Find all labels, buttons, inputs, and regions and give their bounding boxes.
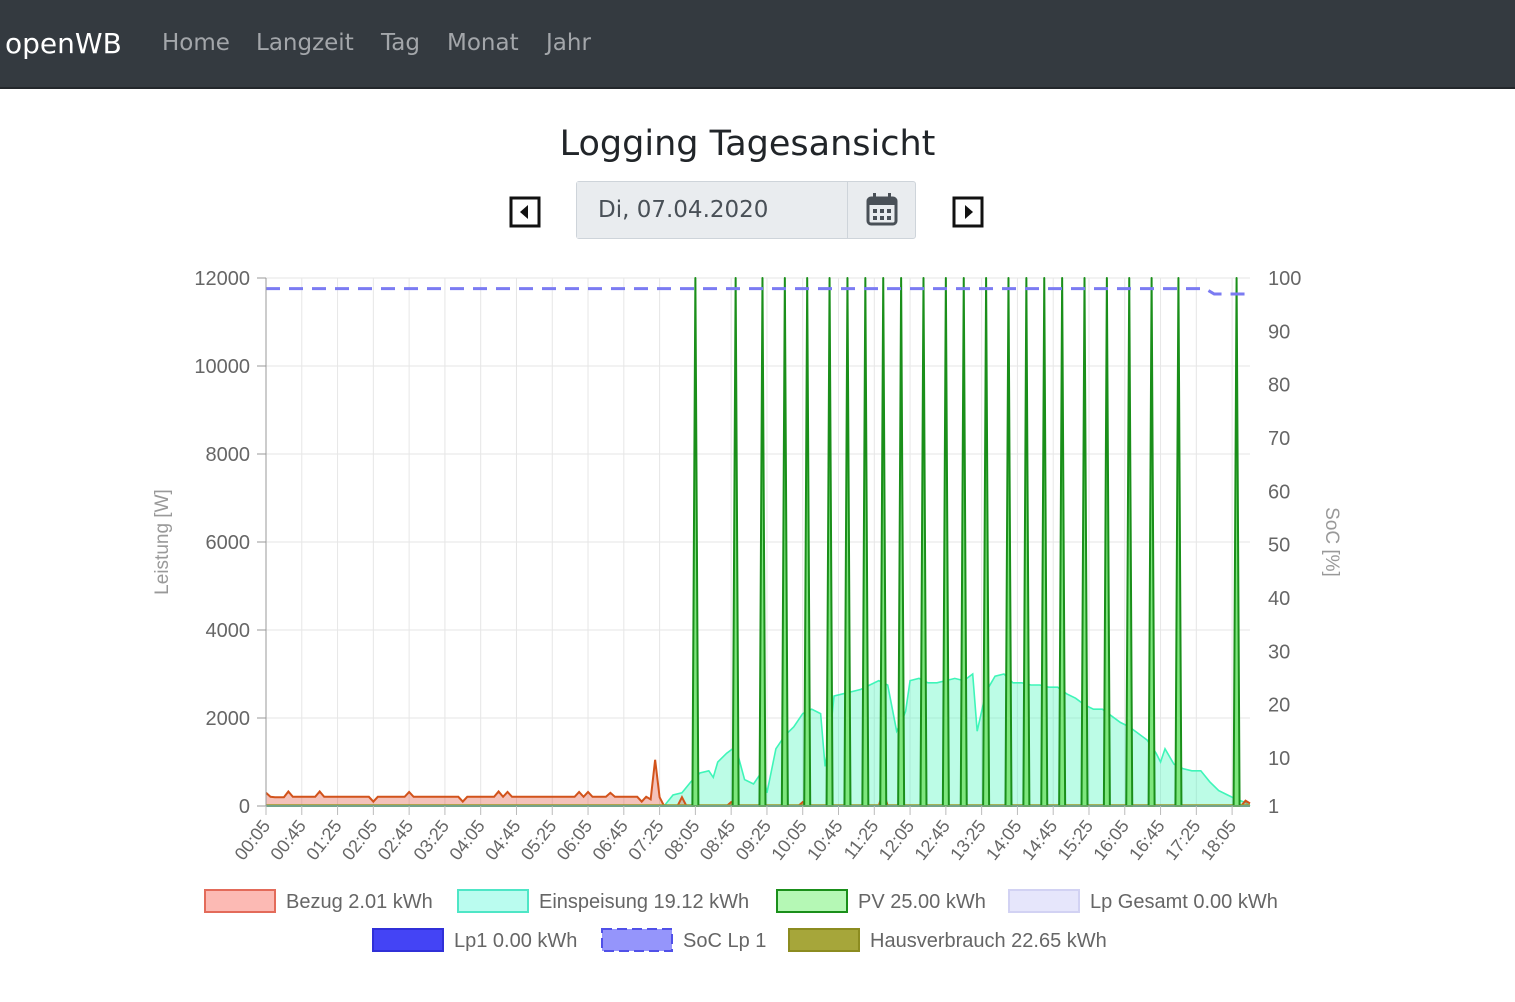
pv-spike (861, 277, 870, 807)
y-tick-label: 6000 (206, 532, 251, 554)
pv-spike (1125, 277, 1134, 807)
pv-spike (1174, 277, 1183, 807)
y2-axis-title: SoC [%] (1321, 507, 1342, 577)
x-tick-label: 02:05 (338, 816, 381, 864)
x-tick-label: 12:45 (911, 816, 954, 864)
x-tick-label: 00:45 (266, 816, 309, 864)
x-tick-label: 08:05 (660, 816, 703, 864)
pv-spike (1040, 277, 1049, 807)
pv-spike (758, 277, 767, 807)
pv-spike (691, 277, 700, 807)
pv-spike (982, 277, 991, 807)
x-tick-label: 11:25 (840, 816, 883, 863)
pv-spike (825, 277, 834, 807)
y-tick-label: 2000 (206, 708, 251, 730)
y2-tick-label: 90 (1268, 321, 1290, 343)
legend-label: Lp1 0.00 kWh (454, 930, 577, 952)
y2-tick-label: 70 (1268, 428, 1290, 450)
x-tick-label: 10:45 (803, 816, 846, 864)
legend-label: Bezug 2.01 kWh (286, 891, 433, 913)
pv-spike (919, 277, 928, 807)
pv-spike (803, 277, 812, 807)
x-tick-label: 16:05 (1089, 816, 1132, 864)
x-tick-label: 18:05 (1197, 816, 1240, 864)
x-tick-label: 08:45 (696, 816, 739, 864)
legend-swatch (601, 928, 673, 952)
y-tick-label: 12000 (194, 268, 250, 290)
pv-spike (897, 277, 906, 807)
x-tick-label: 12:05 (875, 816, 918, 864)
x-tick-label: 16:45 (1125, 816, 1168, 864)
pv-spike (1102, 277, 1111, 807)
x-tick-label: 09:25 (732, 816, 775, 864)
legend-label: PV 25.00 kWh (858, 891, 986, 913)
pv-spike (1080, 277, 1089, 807)
einspeisung-area (664, 674, 1250, 806)
y-tick-label: 0 (239, 796, 250, 818)
y2-tick-label: 40 (1268, 588, 1290, 610)
x-tick-label: 13:25 (946, 816, 989, 864)
legend-swatch (457, 889, 529, 913)
y2-tick-label: 100 (1268, 268, 1301, 290)
legend-label: Lp Gesamt 0.00 kWh (1090, 891, 1278, 913)
y2-tick-label: 10 (1268, 748, 1290, 770)
y2-tick-label: 30 (1268, 641, 1290, 663)
pv-spike (843, 277, 852, 807)
y2-tick-label: 50 (1268, 535, 1290, 557)
pv-spike (1022, 277, 1031, 807)
legend-swatch (372, 928, 444, 952)
x-tick-label: 04:45 (481, 816, 524, 864)
x-tick-label: 10:05 (767, 816, 810, 864)
chart: 0 2000 4000 6000 8000 10000 12000 1 10 20 30 40 50 60… (152, 268, 1342, 952)
y-axis-title: Leistung [W] (152, 489, 173, 595)
legend-swatch (1008, 889, 1080, 913)
pv-spike (731, 277, 740, 807)
y-tick-label: 4000 (206, 620, 251, 642)
legend-label: Einspeisung 19.12 kWh (539, 891, 749, 913)
x-tick-label: 14:45 (1018, 816, 1061, 864)
soc-line (266, 287, 1250, 296)
y2-tick-label: 20 (1268, 695, 1290, 717)
y-tick-label: 8000 (206, 444, 251, 466)
x-tick-label: 15:25 (1054, 816, 1097, 864)
legend-swatch (788, 928, 860, 952)
legend-label: Hausverbrauch 22.65 kWh (870, 930, 1107, 952)
x-tick-label: 14:05 (982, 816, 1025, 864)
x-tick-label: 06:45 (588, 816, 631, 864)
y2-tick-label: 80 (1268, 375, 1290, 397)
x-tick-label: 05:25 (517, 816, 560, 864)
x-tick-label: 07:25 (624, 816, 667, 864)
pv-spike (1232, 277, 1241, 807)
x-tick-label: 01:25 (302, 816, 345, 864)
legend-label: SoC Lp 1 (683, 930, 766, 952)
pv-spike (1004, 277, 1013, 807)
x-tick-label: 03:25 (410, 816, 453, 864)
legend-swatch (776, 889, 848, 913)
x-tick-label: 06:05 (553, 816, 596, 864)
pv-spike (941, 277, 950, 807)
y2-tick-label: 1 (1268, 796, 1279, 818)
pv-spike (959, 277, 968, 807)
x-tick-label: 02:45 (374, 816, 417, 864)
x-tick-label: 04:05 (445, 816, 488, 864)
legend-swatch (204, 889, 276, 913)
pv-spike (780, 277, 789, 807)
pv-spike (1058, 277, 1067, 807)
y2-tick-label: 60 (1268, 481, 1290, 503)
x-tick-label: 00:05 (231, 816, 274, 864)
y-tick-label: 10000 (194, 356, 250, 378)
x-tick-label: 17:25 (1161, 816, 1204, 864)
pv-spike (1147, 277, 1156, 807)
pv-spike (879, 277, 888, 807)
